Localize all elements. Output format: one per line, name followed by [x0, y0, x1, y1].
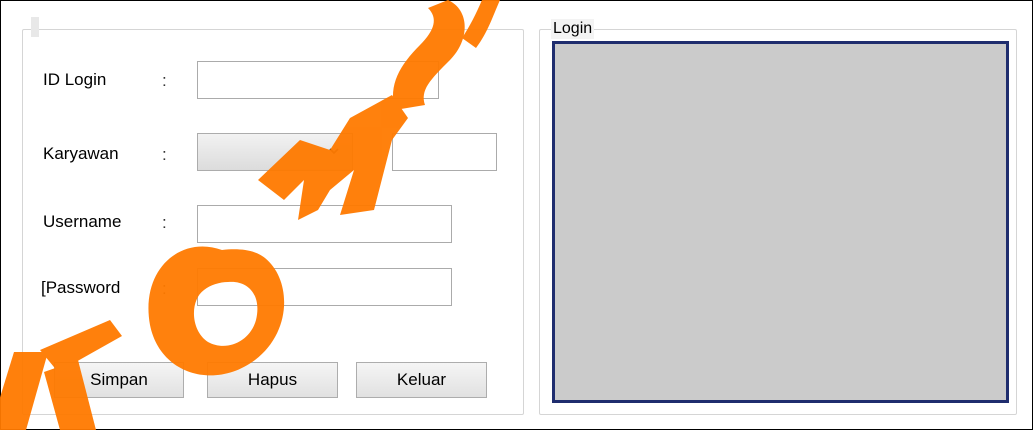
- groupbox-title-stub: [31, 17, 39, 37]
- password-input[interactable]: [197, 268, 452, 306]
- password-label: [Password: [41, 278, 121, 297]
- karyawan-colon: :: [162, 145, 167, 164]
- karyawan-name-input[interactable]: [392, 133, 497, 171]
- chevron-down-icon[interactable]: [328, 145, 340, 157]
- login-data-grid[interactable]: [552, 41, 1009, 403]
- login-groupbox-title: Login: [551, 19, 595, 39]
- id-login-input[interactable]: [197, 61, 439, 99]
- karyawan-label: Karyawan: [43, 144, 119, 163]
- id-login-colon: :: [162, 71, 167, 90]
- username-label: Username: [43, 212, 122, 231]
- hapus-button[interactable]: Hapus: [207, 362, 338, 398]
- karyawan-combobox[interactable]: [197, 133, 353, 171]
- id-login-label: ID Login: [43, 70, 107, 89]
- keluar-button[interactable]: Keluar: [356, 362, 487, 398]
- password-colon: :: [162, 279, 167, 298]
- simpan-button[interactable]: Simpan: [54, 362, 184, 398]
- username-colon: :: [162, 213, 167, 232]
- username-input[interactable]: [197, 205, 452, 243]
